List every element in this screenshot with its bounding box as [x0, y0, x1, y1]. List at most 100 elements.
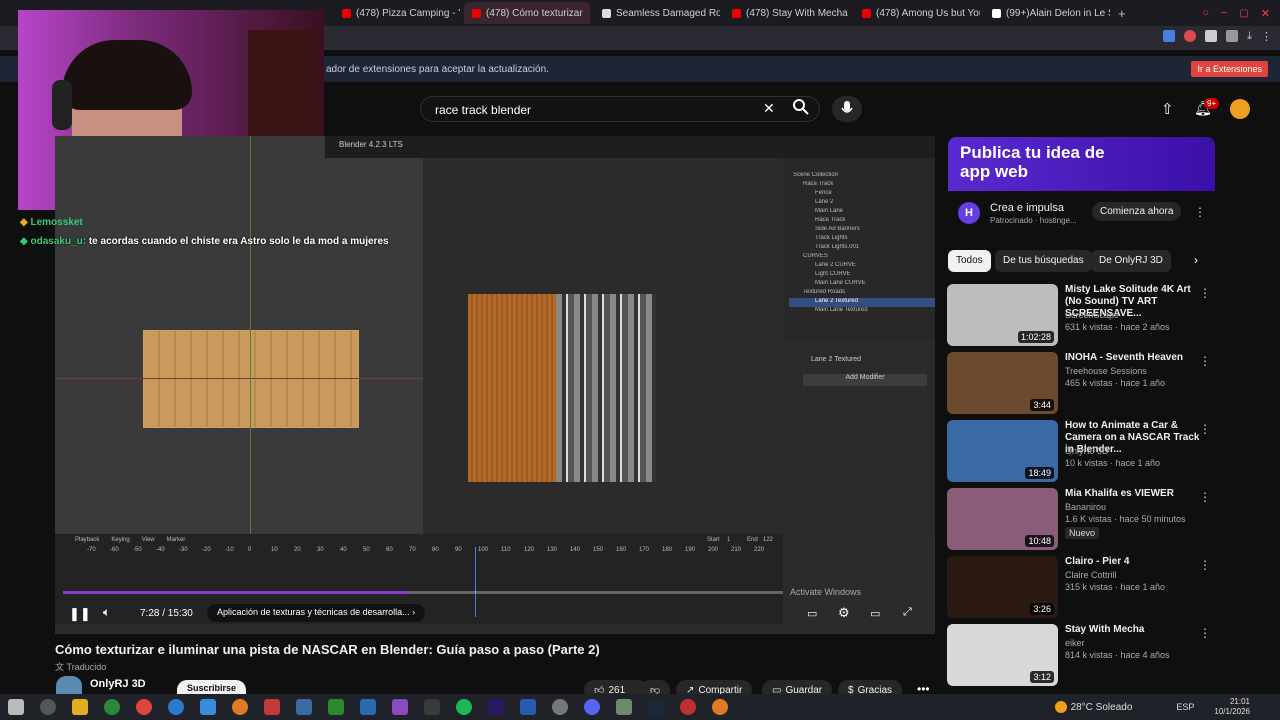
video-title[interactable]: Mia Khalifa es VIEWER: [1065, 488, 1207, 500]
app-icon[interactable]: [680, 699, 696, 715]
progress-track[interactable]: [63, 591, 783, 594]
chip-from-channel[interactable]: De OnlyRJ 3D: [1091, 250, 1171, 272]
menu-icon[interactable]: ⋮: [1261, 30, 1272, 43]
more-options-icon[interactable]: ⋮: [1199, 422, 1211, 436]
ad-more-icon[interactable]: ⋮: [1194, 205, 1206, 219]
recommended-video[interactable]: 3:26 Clairo - Pier 4 Claire Cottrill 315 k …: [947, 556, 1227, 618]
lang-indicator[interactable]: ESP: [1176, 702, 1194, 712]
outliner-item[interactable]: Main Lane CURVE: [789, 280, 935, 289]
start-icon[interactable]: [8, 699, 24, 715]
app-icon[interactable]: [264, 699, 280, 715]
go-to-extensions-button[interactable]: Ir a Extensiones: [1191, 61, 1268, 77]
video-thumbnail[interactable]: 1:02:28: [947, 284, 1058, 346]
fullscreen-icon[interactable]: ⤢: [903, 606, 912, 619]
blender-icon[interactable]: [712, 699, 728, 715]
channel-name[interactable]: OnlyRJ 3D: [1065, 446, 1109, 456]
browser-tab[interactable]: Seamless Damaged Road: [594, 2, 720, 24]
outliner-item[interactable]: Side Ad Banners: [789, 226, 935, 235]
steam-icon[interactable]: [648, 699, 664, 715]
more-options-icon[interactable]: ⋮: [1199, 626, 1211, 640]
outliner-item[interactable]: Lane 2 CURVE: [789, 262, 935, 271]
minimize-icon[interactable]: −: [1221, 7, 1227, 19]
browser-tab[interactable]: (478) Pizza Camping - Y: [334, 2, 460, 24]
app-icon[interactable]: [616, 699, 632, 715]
app-icon[interactable]: [424, 699, 440, 715]
timeline-menu-item[interactable]: Keying: [111, 537, 129, 543]
browser-tab[interactable]: (478) Among Us but You'r: [854, 2, 980, 24]
opera-icon[interactable]: [136, 699, 152, 715]
subscribe-button[interactable]: Suscribirse: [177, 680, 247, 694]
chrome-icon[interactable]: [104, 699, 120, 715]
search-input[interactable]: race track blender: [420, 96, 820, 122]
word-icon[interactable]: [520, 699, 536, 715]
ad-cta-button[interactable]: Comienza ahora: [1092, 202, 1182, 221]
app-icon[interactable]: [392, 699, 408, 715]
video-title[interactable]: Clairo - Pier 4: [1065, 556, 1207, 568]
ext-icon[interactable]: [1205, 30, 1218, 42]
channel-name[interactable]: eiker: [1065, 638, 1085, 648]
theater-icon[interactable]: ▭: [870, 607, 880, 620]
video-thumbnail[interactable]: 10:48: [947, 488, 1058, 550]
timeline-menu-item[interactable]: Playback: [75, 537, 99, 543]
video-title[interactable]: Stay With Mecha: [1065, 624, 1207, 636]
channel-name[interactable]: OnlyRJ 3D: [90, 678, 146, 690]
recommended-video[interactable]: 10:48 Mia Khalifa es VIEWER Bananirou 1.6 K…: [947, 488, 1227, 550]
recommended-video[interactable]: 18:49 How to Animate a Car & Camera on a …: [947, 420, 1227, 482]
chapter-button[interactable]: Aplicación de texturas y técnicas de des…: [207, 604, 426, 622]
playhead[interactable]: [475, 547, 476, 617]
explorer-icon[interactable]: [72, 699, 88, 715]
outliner-item[interactable]: Textured Roads: [789, 289, 935, 298]
ext-icon[interactable]: [1226, 30, 1239, 42]
weather-text[interactable]: 28°C Soleado: [1071, 702, 1133, 713]
chip-from-searches[interactable]: De tus búsquedas: [995, 250, 1092, 272]
channel-name[interactable]: ScreenScape: [1065, 310, 1119, 320]
voice-search-button[interactable]: [832, 96, 862, 122]
play-pause-button[interactable]: ❚❚: [69, 606, 91, 622]
app-icon[interactable]: [200, 699, 216, 715]
maximize-icon[interactable]: ▢: [1239, 8, 1248, 19]
new-tab-icon[interactable]: +: [1118, 6, 1126, 21]
video-thumbnail[interactable]: 3:26: [947, 556, 1058, 618]
outliner-item[interactable]: Track Lights.001: [789, 244, 935, 253]
add-modifier-button[interactable]: Add Modifier: [803, 374, 927, 386]
after-effects-icon[interactable]: [488, 699, 504, 715]
more-options-icon[interactable]: ⋮: [1199, 490, 1211, 504]
edge-icon[interactable]: [168, 699, 184, 715]
search-icon[interactable]: [40, 699, 56, 715]
channel-name[interactable]: Bananirou: [1065, 502, 1106, 512]
outliner-item[interactable]: Main Lane Textured: [789, 307, 935, 316]
channel-name[interactable]: Treehouse Sessions: [1065, 366, 1147, 376]
timeline-menu-item[interactable]: View: [142, 537, 155, 543]
search-button[interactable]: [792, 98, 810, 119]
browser-tab[interactable]: (478) Cómo texturizar: [464, 2, 590, 24]
outliner-item[interactable]: Scene Collection: [789, 172, 935, 181]
outliner-item[interactable]: CURVES: [789, 253, 935, 262]
video-thumbnail[interactable]: 18:49: [947, 420, 1058, 482]
ad-banner[interactable]: Publica tu idea de app web: [948, 137, 1215, 191]
spotify-icon[interactable]: [456, 699, 472, 715]
outliner-item[interactable]: Race Track: [789, 181, 935, 190]
app-icon[interactable]: [328, 699, 344, 715]
timeline-menu-item[interactable]: Marker: [167, 537, 186, 543]
subtitles-icon[interactable]: ▭: [807, 607, 817, 620]
more-options-icon[interactable]: ⋮: [1199, 354, 1211, 368]
discord-icon[interactable]: [584, 699, 600, 715]
blender-icon[interactable]: [232, 699, 248, 715]
outliner-item[interactable]: Race Track: [789, 217, 935, 226]
clock[interactable]: 21:01 10/1/2026: [1214, 697, 1250, 717]
outliner-item[interactable]: Light CURVE: [789, 271, 935, 280]
video-title[interactable]: INOHA - Seventh Heaven: [1065, 352, 1207, 364]
video-player[interactable]: Blender 4.2.3 LTS Scene Collection Race T…: [55, 136, 935, 634]
outliner-item[interactable]: Main Lane: [789, 208, 935, 217]
clear-search-icon[interactable]: ✕: [763, 100, 775, 117]
recommended-video[interactable]: 3:44 INOHA - Seventh Heaven Treehouse Sess…: [947, 352, 1227, 414]
avatar[interactable]: [1230, 99, 1250, 119]
settings-icon[interactable]: [552, 699, 568, 715]
recommended-video[interactable]: 1:02:28 Misty Lake Solitude 4K Art (No So…: [947, 284, 1227, 346]
browser-tab[interactable]: (478) Stay With Mecha - Y: [724, 2, 850, 24]
channel-name[interactable]: Claire Cottrill: [1065, 570, 1117, 580]
volume-icon[interactable]: 🔈︎: [103, 605, 110, 620]
vscode-icon[interactable]: [360, 699, 376, 715]
more-options-icon[interactable]: ⋮: [1199, 558, 1211, 572]
outliner-item[interactable]: Fence: [789, 190, 935, 199]
